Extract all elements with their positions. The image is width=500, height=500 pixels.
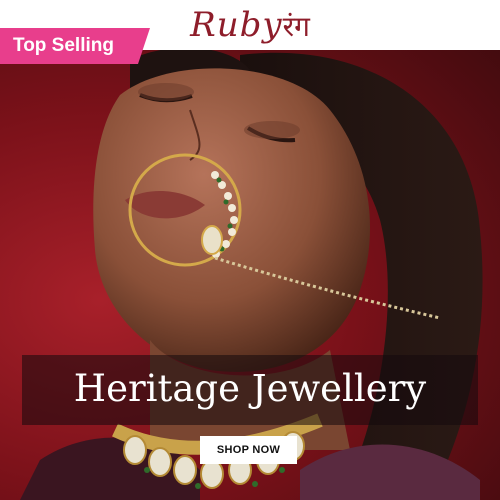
model-photo bbox=[20, 50, 483, 500]
brand-name-devanagari: रंग bbox=[282, 10, 310, 43]
top-selling-badge: Top Selling bbox=[0, 28, 150, 64]
badge-label: Top Selling bbox=[13, 35, 114, 56]
shop-now-button[interactable]: SHOP NOW bbox=[200, 436, 297, 464]
brand-name-latin: Ruby bbox=[190, 5, 283, 45]
headline: Heritage Jewellery bbox=[73, 367, 427, 410]
ad-banner: Rubyरंग Top Selling Heritage Jewellery S… bbox=[0, 0, 500, 500]
